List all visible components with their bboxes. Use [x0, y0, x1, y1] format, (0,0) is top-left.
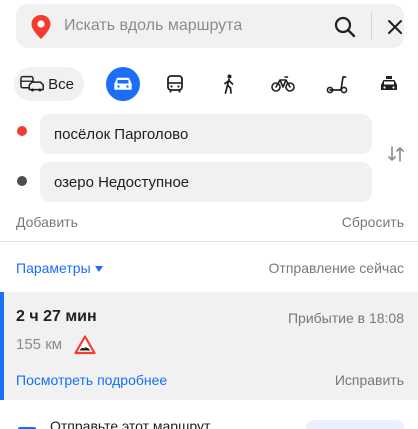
send-route-text: Отправьте этот маршрут — [50, 418, 211, 429]
route-details-link[interactable]: Посмотреть подробнее — [16, 372, 167, 388]
add-point-button[interactable]: Добавить — [16, 214, 78, 230]
car-bus-icon — [20, 75, 44, 92]
search-icon[interactable] — [333, 15, 357, 39]
send-route-icon — [18, 427, 36, 429]
mode-all-label: Все — [48, 75, 74, 93]
pedestrian-icon — [224, 74, 234, 94]
selected-route-marker — [0, 292, 4, 400]
mode-all-button[interactable]: Все — [14, 67, 84, 101]
caret-down-icon — [94, 265, 103, 272]
divider — [0, 241, 418, 242]
origin-field[interactable]: посёлок Парголово — [40, 114, 372, 154]
mode-scooter-button[interactable] — [320, 67, 354, 101]
close-icon[interactable] — [385, 17, 405, 37]
road-works-warning-icon — [74, 335, 96, 355]
search-input[interactable]: Искать вдоль маршрута — [64, 17, 242, 35]
route-arrival-time: Прибытие в 18:08 — [287, 310, 404, 326]
map-pin-icon — [31, 15, 51, 39]
origin-dot — [17, 126, 27, 136]
search-divider — [371, 12, 372, 40]
mode-walk-button[interactable] — [212, 67, 246, 101]
route-distance: 155 км — [16, 336, 63, 353]
bus-icon — [167, 75, 183, 93]
transport-mode-bar: Все — [0, 64, 418, 104]
reset-route-button[interactable]: Сбросить — [342, 214, 404, 230]
destination-dot — [17, 176, 27, 186]
mode-bicycle-button[interactable] — [266, 67, 300, 101]
search-bar[interactable]: Искать вдоль маршрута — [16, 4, 404, 48]
route-params-button[interactable]: Параметры — [16, 260, 103, 276]
route-fix-link[interactable]: Исправить — [335, 372, 404, 388]
car-icon — [114, 77, 132, 90]
bicycle-icon — [271, 76, 295, 92]
taxi-icon — [381, 76, 397, 90]
scooter-icon — [326, 76, 348, 94]
mode-taxi-button[interactable] — [372, 67, 406, 101]
mode-car-button[interactable] — [106, 67, 140, 101]
route-params-label: Параметры — [16, 260, 91, 276]
route-duration: 2 ч 27 мин — [16, 308, 97, 325]
destination-field[interactable]: озеро Недоступное — [40, 162, 372, 202]
mode-bus-button[interactable] — [158, 67, 192, 101]
departure-time-button[interactable]: Отправление сейчас — [269, 260, 404, 276]
swap-arrows-icon[interactable] — [386, 144, 406, 164]
route-result-card[interactable]: 2 ч 27 мин Прибытие в 18:08 155 км Посмо… — [0, 292, 418, 400]
send-route-button[interactable] — [306, 420, 404, 429]
